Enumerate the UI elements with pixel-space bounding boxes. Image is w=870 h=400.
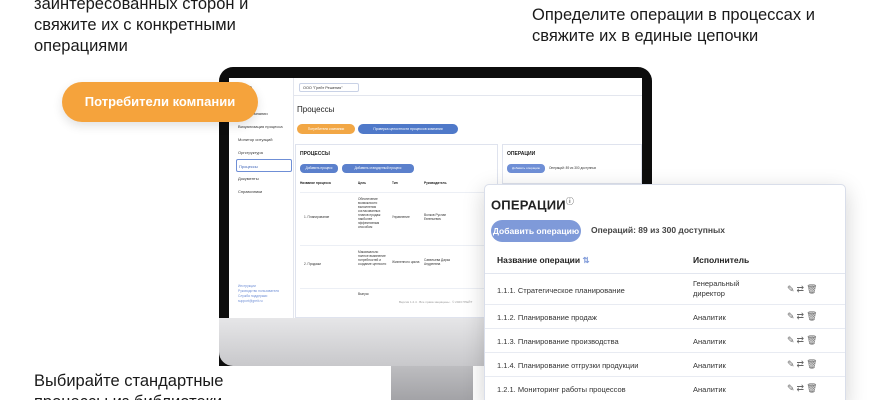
monitor-stand bbox=[391, 366, 473, 400]
col-head[interactable]: Руководитель bbox=[424, 181, 447, 185]
table-row[interactable]: 2. Продажи Максимально полное выявление … bbox=[300, 245, 495, 287]
col-executor[interactable]: Исполнитель bbox=[693, 255, 749, 265]
link-icon[interactable]: ⇄ bbox=[797, 383, 807, 393]
delete-icon[interactable]: 🗑 bbox=[806, 284, 819, 294]
sidebar-item-references[interactable]: Справочники bbox=[236, 185, 292, 198]
table-row[interactable]: Выпуск bbox=[300, 288, 495, 298]
page-title: Процессы bbox=[297, 105, 335, 114]
link-icon[interactable]: ⇄ bbox=[797, 335, 807, 345]
sidebar-footer: Инструкции Руководство пользователя Служ… bbox=[238, 284, 279, 304]
operation-executor: Аналитик bbox=[693, 361, 726, 370]
operation-executor: Аналитик bbox=[693, 313, 726, 322]
edit-icon[interactable]: ✎ bbox=[787, 335, 797, 345]
version-text: Версия 1.2.4 · Все права защищены · © 20… bbox=[399, 300, 473, 304]
operations-panel-small: ОПЕРАЦИИ Добавить операцию Операций: 89 … bbox=[502, 144, 642, 184]
col-goal[interactable]: Цель bbox=[358, 181, 366, 185]
operation-name: 1.1.3. Планирование производства bbox=[497, 337, 619, 346]
operation-executor: Аналитик bbox=[693, 385, 726, 394]
sidebar-item-processes[interactable]: Процессы bbox=[236, 159, 292, 172]
sidebar-item-orgstructure[interactable]: Оргструктура bbox=[236, 146, 292, 159]
edit-icon[interactable]: ✎ bbox=[787, 383, 797, 393]
org-select[interactable]: ООО "Грейт Решения" bbox=[299, 83, 359, 92]
delete-icon[interactable]: 🗑 bbox=[806, 383, 819, 393]
operation-name: 1.1.2. Планирование продаж bbox=[497, 313, 597, 322]
operations-title: ОПЕРАЦИИⓘ bbox=[491, 197, 575, 213]
delete-icon[interactable]: 🗑 bbox=[806, 359, 819, 369]
integrity-check-button[interactable]: Проверка целостности процессов компании bbox=[358, 124, 458, 134]
page-root: заинтересованных сторон и свяжите их с к… bbox=[0, 0, 870, 400]
row-actions: ✎⇄🗑 bbox=[787, 284, 820, 295]
operations-count: Операций: 89 из 300 доступных bbox=[591, 225, 725, 235]
sidebar-item-monitor[interactable]: Монитор ситуаций bbox=[236, 133, 292, 146]
footer-email[interactable]: support@greit.ru bbox=[238, 299, 279, 304]
caption-stakeholders: заинтересованных сторон и свяжите их с к… bbox=[34, 0, 249, 55]
table-row[interactable]: 1. Планирование Обеспечение возможности … bbox=[300, 192, 495, 244]
row-actions: ✎⇄🗑 bbox=[787, 383, 820, 394]
edit-icon[interactable]: ✎ bbox=[787, 359, 797, 369]
link-icon[interactable]: ⇄ bbox=[797, 311, 807, 321]
operations-card: ОПЕРАЦИИⓘ Добавить операцию Операций: 89… bbox=[484, 184, 846, 400]
add-standard-process-button[interactable]: Добавить стандартный процесс bbox=[342, 164, 414, 173]
add-operation-button-small[interactable]: Добавить операцию bbox=[507, 164, 545, 173]
processes-panel: ПРОЦЕССЫ Добавить процесс Добавить станд… bbox=[295, 144, 498, 318]
add-process-button[interactable]: Добавить процесс bbox=[300, 164, 338, 173]
link-icon[interactable]: ⇄ bbox=[797, 359, 807, 369]
operation-name: 1.1.4. Планирование отгрузки продукции bbox=[497, 361, 639, 370]
row-actions: ✎⇄🗑 bbox=[787, 359, 820, 370]
add-operation-button[interactable]: Добавить операцию bbox=[491, 220, 581, 242]
operation-executor: Аналитик bbox=[693, 337, 726, 346]
operation-name: 1.1.1. Стратегическое планирование bbox=[497, 286, 625, 295]
table-row[interactable]: 1.2.1. Мониторинг работы процессов Анали… bbox=[485, 377, 845, 400]
link-icon[interactable]: ⇄ bbox=[797, 284, 807, 294]
operations-title-small: ОПЕРАЦИИ bbox=[507, 151, 536, 157]
edit-icon[interactable]: ✎ bbox=[787, 311, 797, 321]
sidebar-item-documents[interactable]: Документы bbox=[236, 172, 292, 185]
top-bar: ООО "Грейт Решения" bbox=[294, 78, 642, 96]
col-type[interactable]: Тип bbox=[392, 181, 398, 185]
operation-executor: Генеральный директор bbox=[693, 279, 740, 298]
col-operation-name[interactable]: Название операции ⇅ bbox=[497, 255, 590, 266]
caption-library: Выбирайте стандартные процессы из библио… bbox=[34, 372, 224, 400]
table-row[interactable]: 1.1.1. Стратегическое планирование Генер… bbox=[485, 275, 845, 305]
processes-title: ПРОЦЕССЫ bbox=[300, 151, 330, 157]
table-row[interactable]: 1.1.3. Планирование производства Аналити… bbox=[485, 329, 845, 353]
delete-icon[interactable]: 🗑 bbox=[806, 311, 819, 321]
operation-name: 1.2.1. Мониторинг работы процессов bbox=[497, 385, 626, 394]
row-actions: ✎⇄🗑 bbox=[787, 311, 820, 322]
table-row[interactable]: 1.1.4. Планирование отгрузки продукции А… bbox=[485, 353, 845, 377]
caption-operations: Определите операции в процессах и свяжит… bbox=[532, 6, 815, 45]
table-row[interactable]: 1.1.2. Планирование продаж Аналитик ✎⇄🗑 bbox=[485, 305, 845, 329]
info-icon[interactable]: ⓘ bbox=[566, 197, 574, 206]
sort-icon[interactable]: ⇅ bbox=[583, 255, 590, 265]
row-actions: ✎⇄🗑 bbox=[787, 335, 820, 346]
edit-icon[interactable]: ✎ bbox=[787, 284, 797, 294]
delete-icon[interactable]: 🗑 bbox=[806, 335, 819, 345]
col-process-name[interactable]: Название процесса bbox=[300, 181, 331, 185]
consumers-pill[interactable]: Потребители компании bbox=[62, 82, 258, 122]
operations-count-small: Операций: 89 из 300 доступных bbox=[549, 166, 597, 170]
operations-table-header: Название операции ⇅ Исполнитель bbox=[485, 246, 845, 274]
consumers-button[interactable]: Потребители компании bbox=[297, 124, 355, 134]
sidebar-item-visualization[interactable]: Визуализация процесса bbox=[236, 120, 292, 133]
